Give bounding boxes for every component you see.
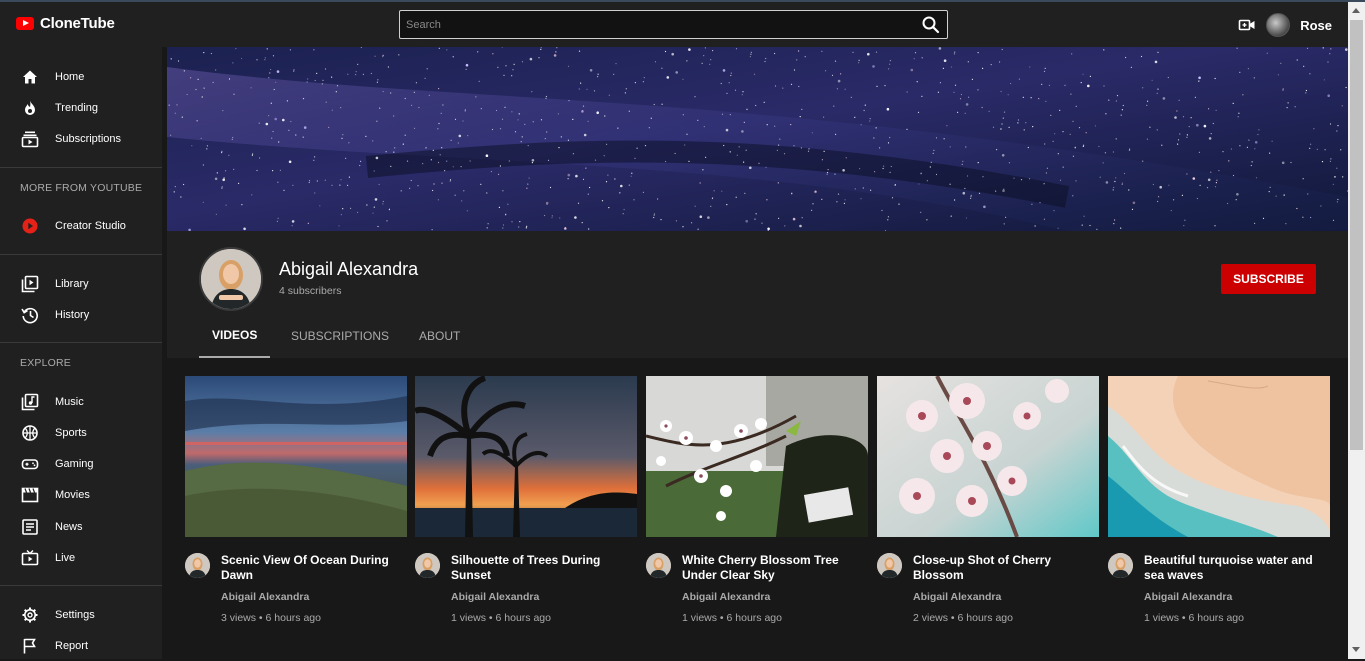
sidebar-item-settings[interactable]: Settings: [0, 600, 162, 630]
creator-studio-icon: [21, 217, 39, 235]
sidebar-item-report[interactable]: Report: [0, 631, 162, 661]
history-icon: [21, 306, 39, 324]
subscriber-count: 4 subscribers: [279, 285, 342, 297]
sidebar-item-gaming[interactable]: Gaming: [0, 449, 162, 479]
flame-icon: [21, 99, 39, 117]
sports-icon: [21, 424, 39, 442]
channel-avatar[interactable]: [199, 247, 263, 311]
sidebar-item-label: News: [55, 521, 83, 533]
subscriptions-icon: [21, 130, 39, 148]
divider: [0, 585, 162, 586]
sidebar-item-label: History: [55, 309, 90, 321]
flag-icon: [21, 637, 39, 655]
channel-avatar-small[interactable]: [1108, 553, 1133, 578]
sidebar-item-label: Gaming: [55, 458, 94, 470]
sidebar-item-live[interactable]: Live: [0, 543, 162, 573]
live-icon: [21, 549, 39, 567]
channel-avatar-small[interactable]: [646, 553, 671, 578]
page-scrollbar[interactable]: [1348, 2, 1365, 659]
channel-name: Abigail Alexandra: [279, 259, 419, 279]
sidebar-item-history[interactable]: History: [0, 300, 162, 330]
divider: [0, 167, 162, 168]
sidebar-item-label: Creator Studio: [55, 220, 126, 232]
divider: [0, 342, 162, 343]
video-title[interactable]: Beautiful turquoise water and sea waves: [1144, 553, 1330, 583]
sidebar-item-library[interactable]: Library: [0, 269, 162, 299]
channel-avatar-small[interactable]: [185, 553, 210, 578]
subscribe-button[interactable]: SUBSCRIBE: [1221, 264, 1316, 294]
sidebar-item-label: Movies: [55, 489, 90, 501]
scroll-up-arrow-icon[interactable]: [1352, 8, 1360, 13]
video-thumbnail[interactable]: [877, 376, 1099, 537]
tab-subscriptions[interactable]: SUBSCRIPTIONS: [278, 314, 402, 358]
sidebar-item-label: Subscriptions: [55, 133, 122, 145]
music-icon: [21, 393, 39, 411]
library-icon: [21, 275, 39, 293]
video-meta: 1 views • 6 hours ago: [451, 612, 551, 624]
sidebar-item-label: Report: [55, 640, 89, 652]
video-channel-name[interactable]: Abigail Alexandra: [682, 591, 770, 603]
sidebar-item-music[interactable]: Music: [0, 387, 162, 417]
video-title[interactable]: Close-up Shot of Cherry Blossom: [913, 553, 1099, 583]
user-avatar[interactable]: [1266, 13, 1291, 37]
sidebar-item-label: Settings: [55, 609, 95, 621]
sidebar-item-label: Music: [55, 396, 84, 408]
channel-avatar-small[interactable]: [415, 553, 440, 578]
video-meta: 2 views • 6 hours ago: [913, 612, 1013, 624]
video-channel-name[interactable]: Abigail Alexandra: [913, 591, 1001, 603]
video-title[interactable]: White Cherry Blossom Tree Under Clear Sk…: [682, 553, 868, 583]
movies-icon: [21, 486, 39, 504]
channel-banner: [167, 47, 1348, 231]
gaming-icon: [21, 455, 39, 473]
sidebar-item-label: Home: [55, 71, 85, 83]
sidebar-item-label: Trending: [55, 102, 99, 114]
sidebar: Home Trending Subscriptions MORE FROM YO…: [0, 47, 162, 659]
app-name: CloneTube: [40, 15, 115, 32]
starfield-banner-image: [167, 47, 1348, 231]
top-bar: CloneTube Rose: [0, 0, 1365, 47]
video-meta: 1 views • 6 hours ago: [682, 612, 782, 624]
sidebar-item-subscriptions[interactable]: Subscriptions: [0, 124, 162, 154]
search-input[interactable]: [400, 11, 910, 38]
sidebar-item-label: Library: [55, 278, 89, 290]
channel-avatar-small[interactable]: [877, 553, 902, 578]
video-title[interactable]: Silhouette of Trees During Sunset: [451, 553, 637, 583]
sidebar-item-movies[interactable]: Movies: [0, 480, 162, 510]
scrollbar-thumb[interactable]: [1350, 20, 1363, 450]
logo[interactable]: CloneTube: [16, 15, 115, 32]
home-icon: [21, 68, 39, 86]
video-title[interactable]: Scenic View Of Ocean During Dawn: [221, 553, 407, 583]
user-name[interactable]: Rose: [1300, 18, 1332, 33]
sidebar-item-creator-studio[interactable]: Creator Studio: [0, 211, 162, 241]
sidebar-item-label: Sports: [55, 427, 87, 439]
scroll-down-arrow-icon[interactable]: [1352, 647, 1360, 652]
sidebar-item-news[interactable]: News: [0, 512, 162, 542]
sidebar-item-trending[interactable]: Trending: [0, 93, 162, 123]
channel-header: Abigail Alexandra 4 subscribers SUBSCRIB…: [167, 231, 1348, 358]
video-thumbnail[interactable]: [415, 376, 637, 537]
sidebar-item-home[interactable]: Home: [0, 62, 162, 92]
video-channel-name[interactable]: Abigail Alexandra: [221, 591, 309, 603]
video-meta: 1 views • 6 hours ago: [1144, 612, 1244, 624]
sidebar-item-sports[interactable]: Sports: [0, 418, 162, 448]
section-title-explore: EXPLORE: [20, 357, 72, 369]
upload-video-icon[interactable]: [1238, 16, 1256, 34]
video-thumbnail[interactable]: [185, 376, 407, 537]
settings-icon: [21, 606, 39, 624]
play-logo-icon: [16, 17, 34, 30]
tab-videos[interactable]: VIDEOS: [199, 314, 271, 358]
video-meta: 3 views • 6 hours ago: [221, 612, 321, 624]
video-channel-name[interactable]: Abigail Alexandra: [1144, 591, 1232, 603]
search-icon[interactable]: [921, 15, 941, 35]
search-box: [399, 10, 948, 39]
video-channel-name[interactable]: Abigail Alexandra: [451, 591, 539, 603]
news-icon: [21, 518, 39, 536]
sidebar-item-label: Live: [55, 552, 76, 564]
video-thumbnail[interactable]: [1108, 376, 1330, 537]
video-thumbnail[interactable]: [646, 376, 868, 537]
tab-about[interactable]: ABOUT: [406, 314, 473, 358]
section-title-more: MORE FROM YOUTUBE: [20, 182, 143, 194]
user-area: Rose: [1238, 13, 1332, 37]
divider: [0, 254, 162, 255]
